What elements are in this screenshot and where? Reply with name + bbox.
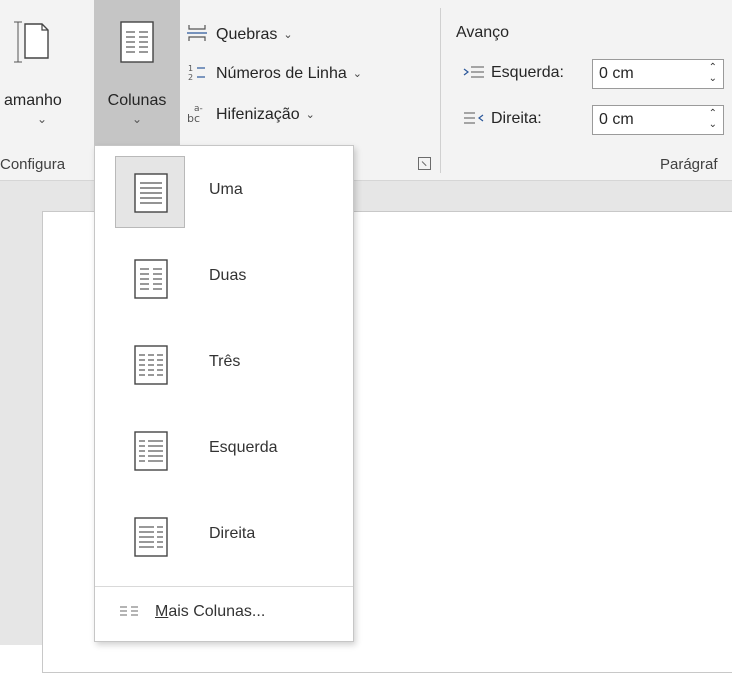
paragrafo-group-label: Parágraf bbox=[660, 156, 718, 173]
one-column-icon bbox=[115, 156, 185, 228]
menu-item-label: Uma bbox=[209, 181, 243, 198]
menu-item-uma[interactable]: Uma bbox=[113, 154, 341, 230]
esquerda-indent-label: Esquerda: bbox=[491, 64, 564, 81]
numeros-label: Números de Linha bbox=[216, 64, 347, 82]
columns-dropdown-menu: Uma Duas Três Esquerda Direita Mais Colu… bbox=[94, 145, 354, 642]
hyphenation-icon: a-bc bbox=[186, 102, 216, 127]
left-column-icon bbox=[115, 414, 185, 486]
svg-text:bc: bc bbox=[187, 112, 200, 124]
menu-item-duas[interactable]: Duas bbox=[113, 240, 341, 316]
menu-item-label: Esquerda bbox=[209, 439, 278, 456]
indent-left-value: 0 cm bbox=[599, 65, 634, 82]
breaks-icon bbox=[186, 24, 216, 45]
dialog-launcher-icon[interactable] bbox=[418, 157, 431, 170]
indent-right-value: 0 cm bbox=[599, 111, 634, 128]
indent-left-input[interactable]: 0 cm ⌃ ⌄ bbox=[592, 59, 724, 89]
colunas-button[interactable]: Colunas ⌄ bbox=[94, 0, 180, 145]
indent-left-icon bbox=[463, 65, 491, 82]
hifenizacao-button[interactable]: a-bc Hifenização ⌄ bbox=[186, 102, 315, 127]
configurar-group-label: Configura bbox=[0, 156, 66, 173]
menu-item-tres[interactable]: Três bbox=[113, 326, 341, 402]
avanco-label: Avanço bbox=[456, 24, 510, 41]
page-size-icon bbox=[12, 20, 52, 69]
indent-right-icon bbox=[463, 111, 491, 128]
quebras-chevron-icon: ⌄ bbox=[283, 29, 293, 41]
line-numbers-icon: 12 bbox=[186, 62, 216, 85]
indent-right-row: Direita: bbox=[463, 110, 542, 128]
columns-icon bbox=[117, 20, 157, 69]
numeros-chevron-icon: ⌄ bbox=[352, 68, 362, 80]
menu-item-esquerda[interactable]: Esquerda bbox=[113, 412, 341, 488]
three-columns-icon bbox=[115, 328, 185, 400]
indent-left-row: Esquerda: bbox=[463, 64, 564, 82]
quebras-button[interactable]: Quebras ⌄ bbox=[186, 24, 293, 45]
tamanho-chevron-icon: ⌄ bbox=[36, 112, 48, 126]
spin-arrows-icon[interactable]: ⌃ ⌄ bbox=[709, 108, 717, 130]
menu-item-label: Direita bbox=[209, 525, 256, 542]
two-columns-icon bbox=[115, 242, 185, 314]
indent-right-input[interactable]: 0 cm ⌃ ⌄ bbox=[592, 105, 724, 135]
mais-colunas-accesskey: M bbox=[155, 603, 169, 620]
hifenizacao-chevron-icon: ⌄ bbox=[305, 109, 315, 121]
colunas-chevron-icon: ⌄ bbox=[131, 112, 143, 126]
numeros-de-linha-button[interactable]: 12 Números de Linha ⌄ bbox=[186, 62, 362, 85]
quebras-label: Quebras bbox=[216, 25, 278, 43]
direita-indent-label: Direita: bbox=[491, 110, 542, 127]
colunas-label: Colunas bbox=[107, 92, 167, 109]
menu-item-direita[interactable]: Direita bbox=[113, 498, 341, 574]
menu-item-label: Três bbox=[209, 353, 241, 370]
tamanho-button[interactable]: amanho ⌄ bbox=[0, 0, 90, 145]
group-separator bbox=[440, 8, 441, 173]
spin-arrows-icon[interactable]: ⌃ ⌄ bbox=[709, 62, 717, 84]
mais-colunas-button[interactable]: Mais Colunas... bbox=[119, 603, 265, 621]
hifenizacao-label: Hifenização bbox=[216, 105, 300, 123]
right-column-icon bbox=[115, 500, 185, 572]
menu-item-label: Duas bbox=[209, 267, 247, 284]
svg-text:1: 1 bbox=[188, 64, 193, 73]
menu-separator bbox=[95, 586, 353, 587]
tamanho-label: amanho bbox=[4, 92, 62, 109]
mais-colunas-label: ais Colunas... bbox=[168, 603, 266, 620]
more-columns-icon bbox=[119, 605, 155, 620]
svg-text:2: 2 bbox=[188, 73, 193, 82]
